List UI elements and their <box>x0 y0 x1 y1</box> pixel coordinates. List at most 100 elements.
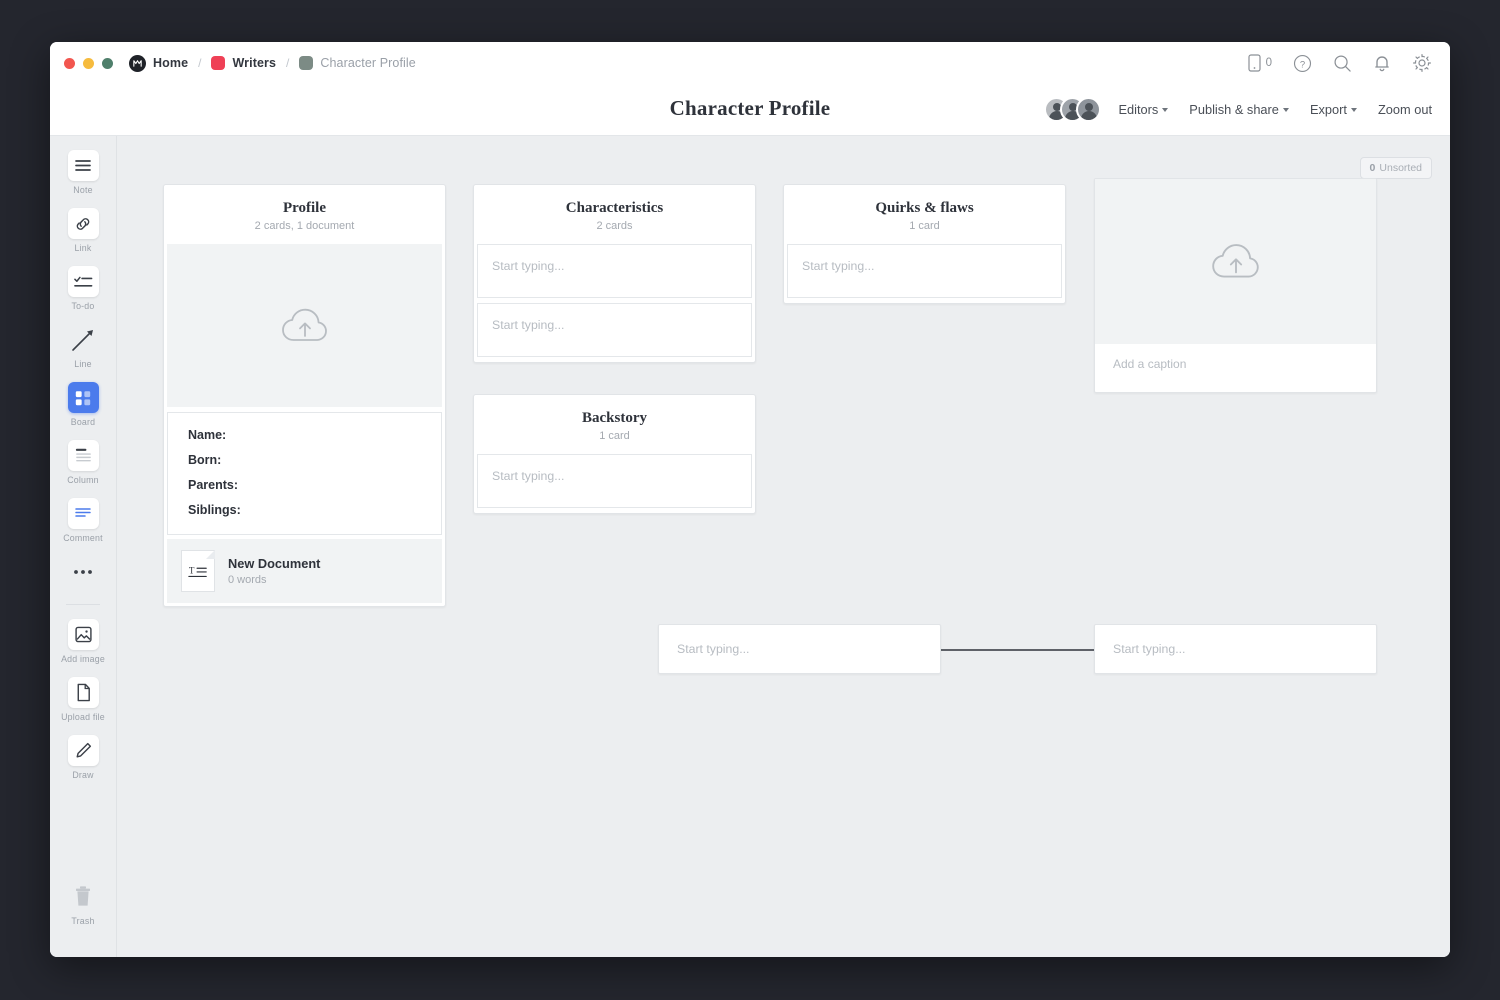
unsorted-badge[interactable]: 0 Unsorted <box>1360 157 1432 179</box>
breadcrumb-separator: / <box>198 56 201 70</box>
breadcrumb-item-writers[interactable]: Writers <box>211 56 276 70</box>
svg-text:T: T <box>189 566 195 576</box>
breadcrumb-label-character-profile: Character Profile <box>320 56 416 70</box>
column-subtitle: 2 cards, 1 document <box>174 220 435 232</box>
note-placeholder: Start typing... <box>1113 642 1185 656</box>
chevron-down-icon <box>1283 108 1289 112</box>
sidebar-tool-label: Line <box>74 359 91 369</box>
column-title: Quirks & flaws <box>794 200 1055 217</box>
chevron-down-icon <box>1162 108 1168 112</box>
sidebar-tool-todo[interactable]: To-do <box>55 266 111 311</box>
note-card[interactable]: Start typing... <box>477 244 752 298</box>
column-backstory[interactable]: Backstory 1 card Start typing... <box>473 394 756 514</box>
minimize-window-button[interactable] <box>83 58 94 69</box>
sidebar-tool-line[interactable]: Line <box>55 324 111 369</box>
sidebar-tool-column[interactable]: Column <box>55 440 111 485</box>
cloud-upload-icon <box>278 305 332 347</box>
document-row-new-document[interactable]: T New Document 0 words <box>167 539 442 603</box>
board-icon <box>68 382 99 413</box>
note-card[interactable]: Start typing... <box>477 454 752 508</box>
column-title: Backstory <box>484 410 745 427</box>
breadcrumb-label-home: Home <box>153 56 188 70</box>
publish-and-share-dropdown[interactable]: Publish & share <box>1189 102 1289 117</box>
breadcrumb-label-writers: Writers <box>232 56 276 70</box>
help-icon[interactable]: ? <box>1293 54 1312 73</box>
note-placeholder: Start typing... <box>492 259 564 273</box>
breadcrumb: Home / Writers / Character Profile <box>129 55 416 72</box>
document-name: New Document <box>228 556 320 571</box>
image-caption-input[interactable]: Add a caption <box>1095 344 1376 384</box>
breadcrumb-item-character-profile[interactable]: Character Profile <box>299 56 416 70</box>
column-header: Profile 2 cards, 1 document <box>164 185 445 244</box>
publish-label: Publish & share <box>1189 102 1279 117</box>
sidebar-tool-more[interactable] <box>55 556 111 587</box>
note-placeholder: Start typing... <box>492 318 564 332</box>
sidebar-tool-comment[interactable]: Comment <box>55 498 111 543</box>
column-image-upload-zone[interactable] <box>167 244 442 407</box>
tool-sidebar: Note Link To-do Line <box>50 136 117 957</box>
column-quirks-and-flaws[interactable]: Quirks & flaws 1 card Start typing... <box>783 184 1066 304</box>
avatar <box>1076 97 1101 122</box>
breadcrumb-swatch-writers <box>211 56 225 70</box>
column-title: Characteristics <box>484 200 745 217</box>
header-actions: Editors Publish & share Export Zoom out <box>1044 97 1450 122</box>
column-header: Quirks & flaws 1 card <box>784 185 1065 244</box>
zoom-out-button[interactable]: Zoom out <box>1378 102 1432 117</box>
column-subtitle: 1 card <box>484 430 745 442</box>
unsorted-label: Unsorted <box>1379 162 1422 174</box>
line-arrow-icon <box>68 324 99 355</box>
sidebar-tool-board[interactable]: Board <box>55 382 111 427</box>
free-note-right[interactable]: Start typing... <box>1094 624 1377 674</box>
sidebar-tool-trash[interactable]: Trash <box>55 881 111 926</box>
note-placeholder: Start typing... <box>492 469 564 483</box>
column-subtitle: 1 card <box>794 220 1055 232</box>
mobile-device-count: 0 <box>1266 57 1272 69</box>
editor-avatars[interactable] <box>1044 97 1101 122</box>
titlebar-actions: 0 ? <box>1248 53 1432 73</box>
maximize-window-button[interactable] <box>102 58 113 69</box>
chevron-down-icon <box>1351 108 1357 112</box>
sidebar-tool-note[interactable]: Note <box>55 150 111 195</box>
sidebar-tool-label: Link <box>75 243 92 253</box>
column-subtitle: 2 cards <box>484 220 745 232</box>
breadcrumb-item-home[interactable]: Home <box>129 55 188 72</box>
more-icon <box>68 556 99 587</box>
export-dropdown[interactable]: Export <box>1310 102 1357 117</box>
text-document-icon: T <box>181 550 215 592</box>
close-window-button[interactable] <box>64 58 75 69</box>
cloud-upload-icon <box>1208 240 1264 284</box>
column-header: Backstory 1 card <box>474 395 755 454</box>
free-note-left[interactable]: Start typing... <box>658 624 941 674</box>
image-drop-zone[interactable] <box>1095 179 1376 344</box>
sidebar-tool-draw[interactable]: Draw <box>55 735 111 780</box>
sidebar-tool-label: Draw <box>72 770 93 780</box>
sidebar-tool-label: Board <box>71 417 95 427</box>
window-traffic-lights <box>64 58 113 69</box>
header-bar: Character Profile Editors Publish & shar… <box>50 84 1450 136</box>
document-word-count: 0 words <box>228 574 320 586</box>
export-label: Export <box>1310 102 1347 117</box>
sidebar-tool-label: Trash <box>71 916 94 926</box>
sidebar-tool-add-image[interactable]: Add image <box>55 619 111 664</box>
mobile-icon[interactable]: 0 <box>1248 54 1272 72</box>
column-title: Profile <box>174 200 435 217</box>
sidebar-tool-upload-file[interactable]: Upload file <box>55 677 111 722</box>
editors-label: Editors <box>1118 102 1158 117</box>
image-upload-card[interactable]: Add a caption <box>1094 178 1377 393</box>
editors-dropdown[interactable]: Editors <box>1118 102 1168 117</box>
app-window: Home / Writers / Character Profile 0 ? <box>50 42 1450 957</box>
column-profile[interactable]: Profile 2 cards, 1 document Name: Born: … <box>163 184 446 607</box>
board-canvas[interactable]: 0 Unsorted Profile 2 cards, 1 document N… <box>117 136 1450 957</box>
search-icon[interactable] <box>1333 54 1352 73</box>
sidebar-tool-label: Note <box>73 185 92 195</box>
unsorted-count: 0 <box>1370 162 1376 174</box>
card-profile-fields[interactable]: Name: Born: Parents: Siblings: <box>167 412 442 535</box>
column-characteristics[interactable]: Characteristics 2 cards Start typing... … <box>473 184 756 363</box>
column-header: Characteristics 2 cards <box>474 185 755 244</box>
notifications-icon[interactable] <box>1373 54 1391 73</box>
field-label-name: Name: <box>188 428 421 442</box>
settings-gear-icon[interactable] <box>1412 53 1432 73</box>
note-card[interactable]: Start typing... <box>787 244 1062 298</box>
sidebar-tool-link[interactable]: Link <box>55 208 111 253</box>
note-card[interactable]: Start typing... <box>477 303 752 357</box>
